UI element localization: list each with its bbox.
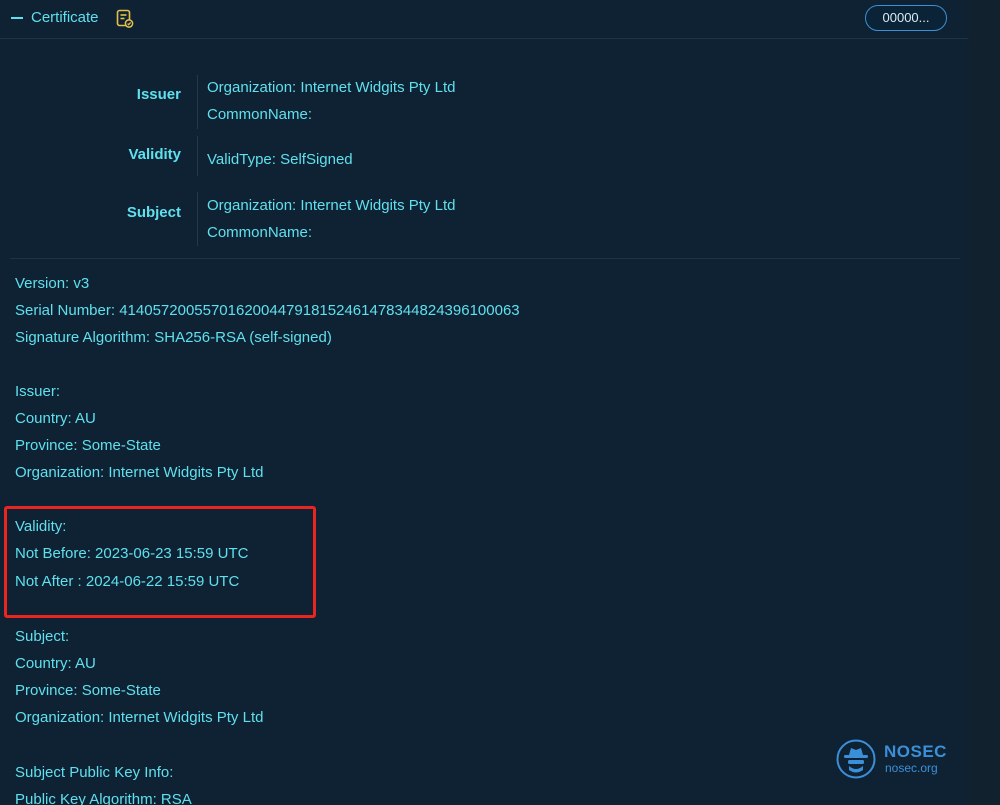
scrollbar-track[interactable] [968,0,1000,805]
summary-subject-commonname: CommonName: [207,224,313,241]
summary-issuer-commonname: CommonName: [207,106,313,123]
summary-issuer-organization: Organization: Internet Widgits Pty Ltd [207,79,456,96]
nosec-logo: NOSEC nosec.org [836,739,956,781]
detail-subject-organization: Organization: Internet Widgits Pty Ltd [15,709,264,726]
logo-name: NOSEC [884,742,947,761]
detail-subject-country: Country: AU [15,655,96,672]
detail-issuer-heading: Issuer: [15,383,61,400]
summary-validity-type: ValidType: SelfSigned [207,151,353,168]
panel-header[interactable]: Certificate 00000... [0,0,968,39]
detail-subject-heading: Subject: [15,628,70,645]
summary-validity-label: Validity [128,146,181,163]
summary-subject-organization: Organization: Internet Widgits Pty Ltd [207,197,456,214]
summary-divider [197,136,198,176]
detail-signature-algorithm: Signature Algorithm: SHA256-RSA (self-si… [15,329,332,346]
detail-version: Version: v3 [15,275,90,292]
detail-not-before: Not Before: 2023-06-23 15:59 UTC [15,545,249,562]
summary-issuer-label: Issuer [136,86,181,103]
detail-not-after: Not After : 2024-06-22 15:59 UTC [15,573,240,590]
detail-issuer-organization: Organization: Internet Widgits Pty Ltd [15,464,264,481]
detail-subject-province: Province: Some-State [15,682,161,699]
logo-url: nosec.org [885,761,938,775]
spy-hat-icon [836,739,876,779]
id-pill-button[interactable]: 00000... [865,5,947,31]
detail-serial-number: Serial Number: 4140572005570162004479181… [15,302,520,319]
detail-issuer-country: Country: AU [15,410,96,427]
summary-divider [197,75,198,129]
detail-validity-heading: Validity: [15,518,67,535]
panel-title: Certificate [31,9,99,26]
detail-public-key-algorithm: Public Key Algorithm: RSA [15,791,192,805]
summary-subject-label: Subject [126,204,181,221]
detail-public-key-info-heading: Subject Public Key Info: [15,764,174,781]
certificate-panel: Certificate 00000... Issuer Organization… [0,0,968,805]
summary-divider [197,192,198,246]
minus-icon[interactable] [11,17,23,19]
section-divider [10,258,960,259]
detail-issuer-province: Province: Some-State [15,437,161,454]
certificate-icon[interactable] [115,9,135,29]
